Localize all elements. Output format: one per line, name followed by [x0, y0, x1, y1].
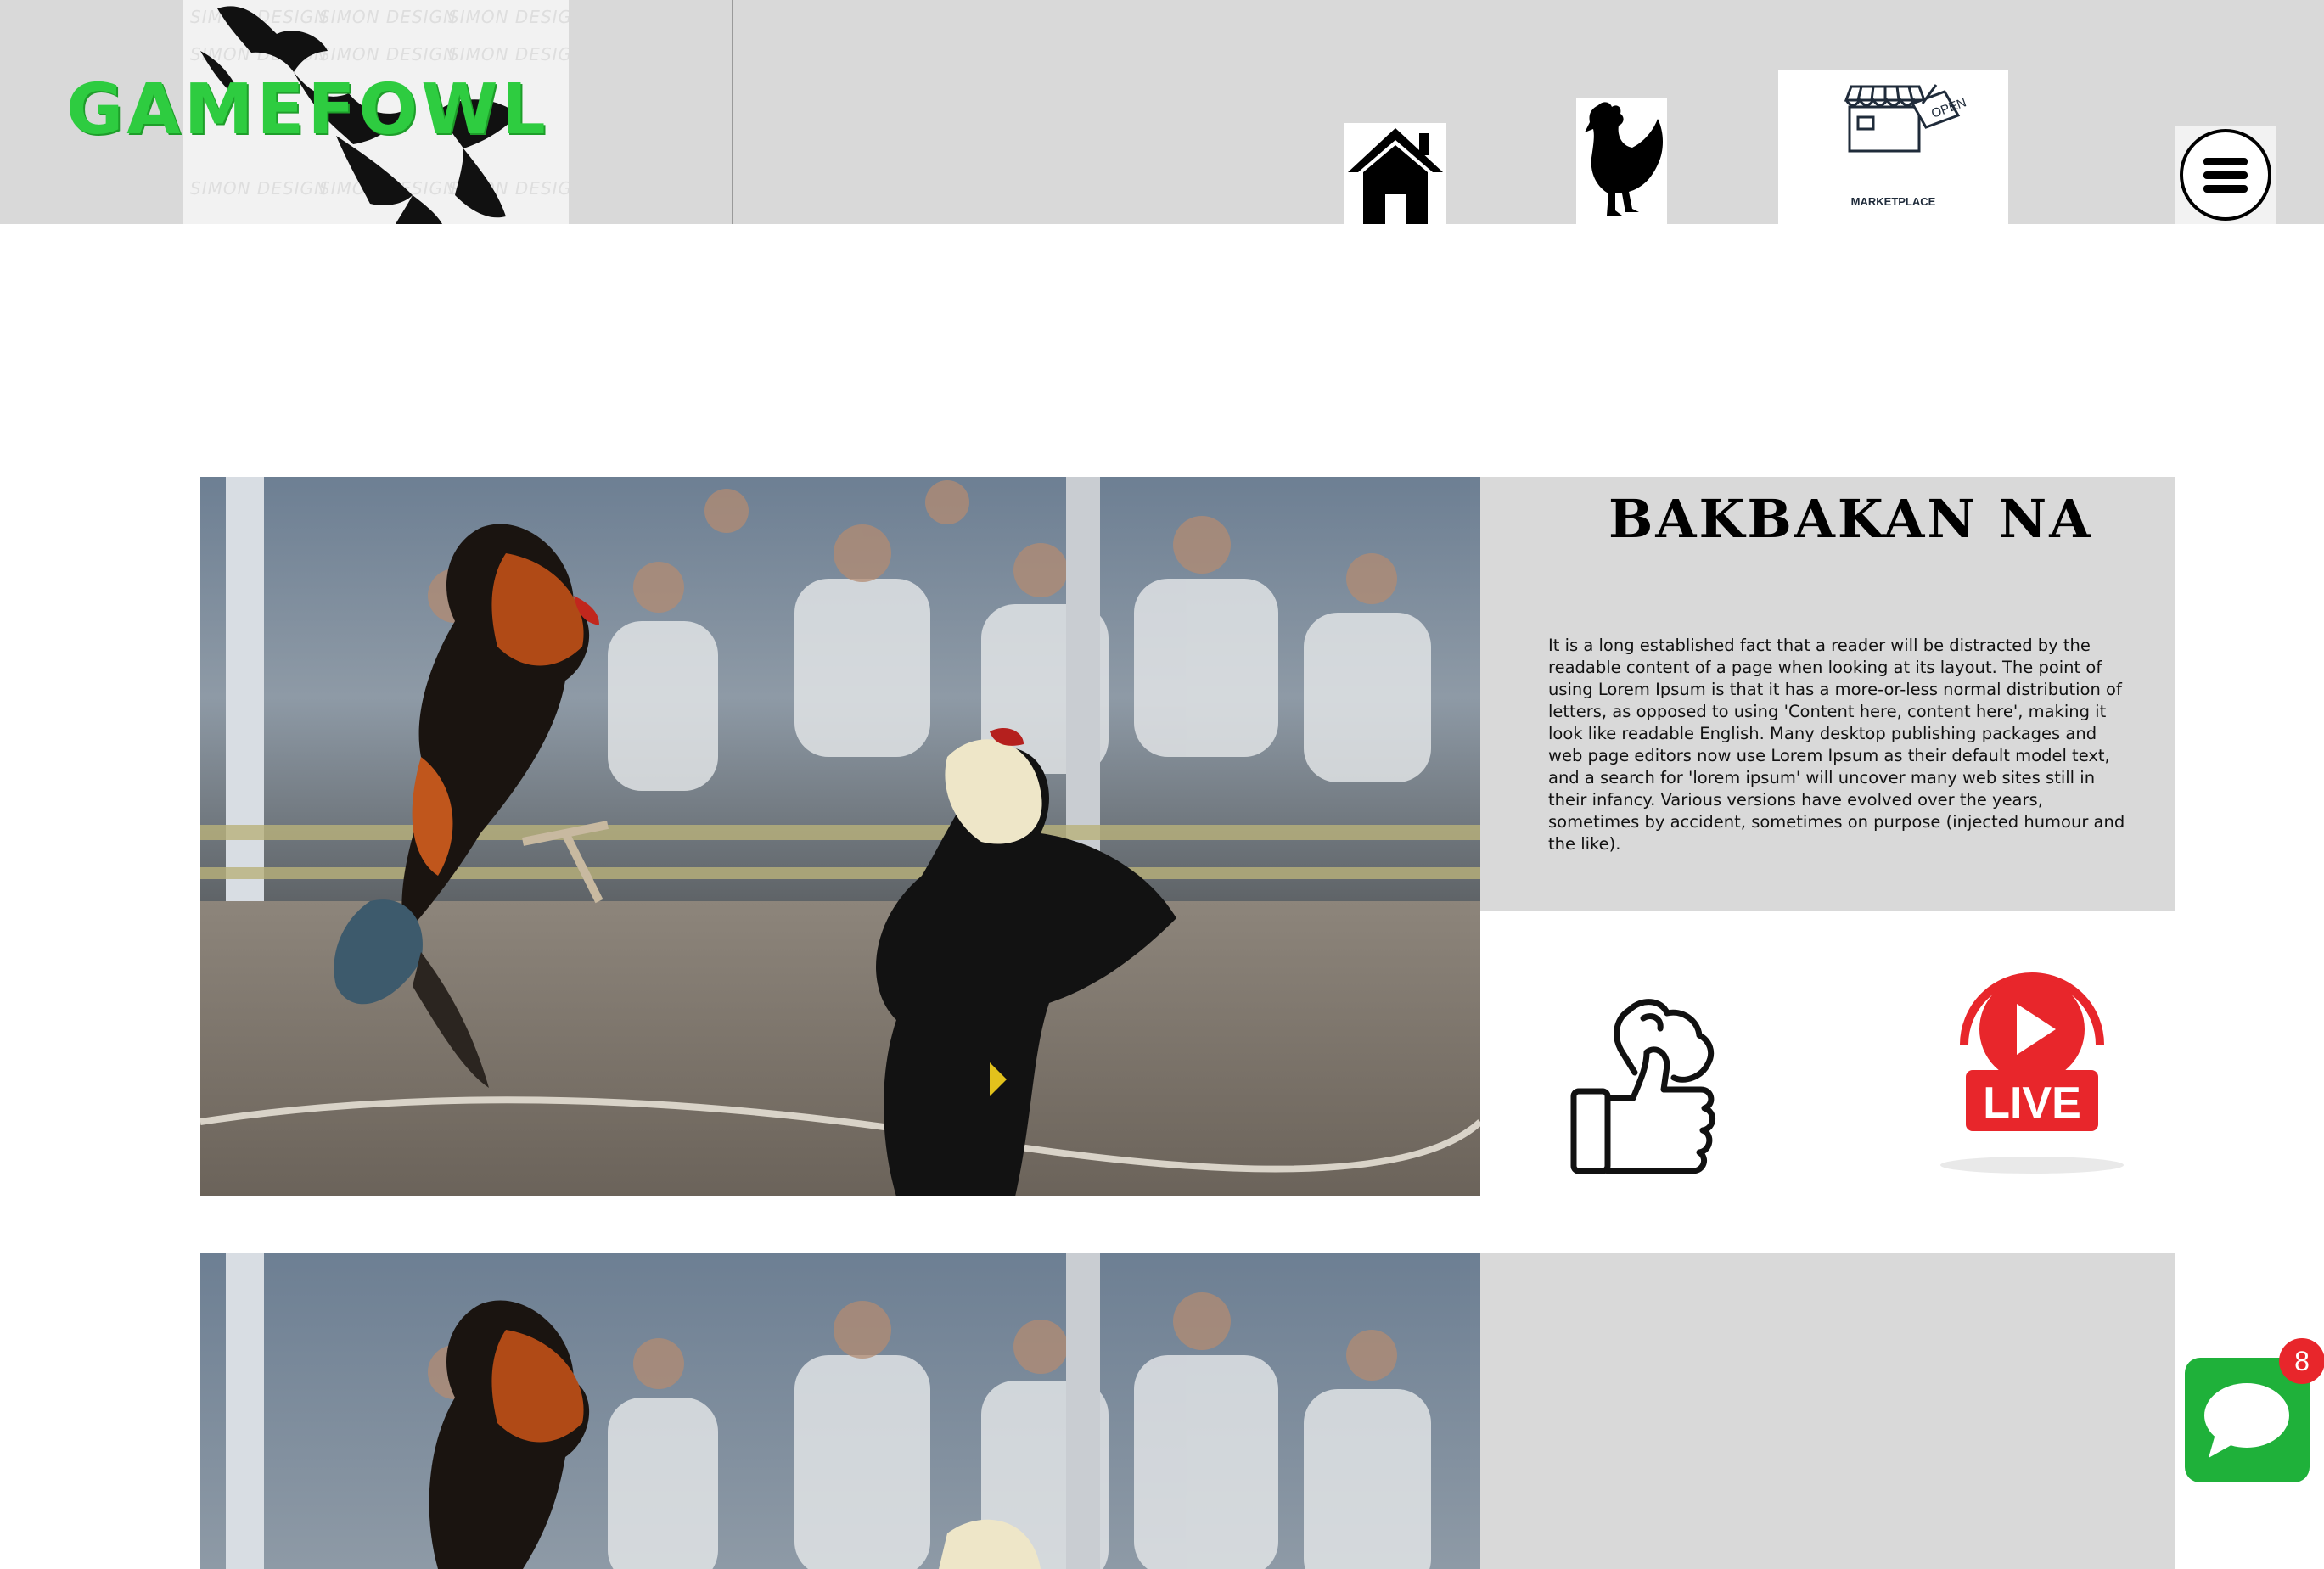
nav-gamefowl-button[interactable] — [1576, 98, 1667, 224]
header-divider — [732, 0, 733, 224]
feature-panel-2 — [1480, 1253, 2175, 1569]
marketplace-label: MARKETPLACE — [1850, 195, 1936, 208]
live-stream-button[interactable]: LIVE — [1889, 911, 2175, 1196]
nav-marketplace-button[interactable]: OPEN MARKETPLACE — [1778, 70, 2008, 224]
hamburger-menu-icon — [2180, 129, 2271, 221]
chat-unread-badge: 8 — [2279, 1338, 2324, 1384]
feature-body-text: It is a long established fact that a rea… — [1548, 636, 2125, 854]
cockfight-photo-2 — [200, 1253, 1480, 1569]
logo-text[interactable]: GAMEFOWL — [66, 70, 549, 150]
feature-heading: BAKBAKAN NA — [1608, 488, 2093, 550]
like-button[interactable] — [1548, 984, 1760, 1196]
home-icon — [1348, 128, 1443, 224]
live-play-icon: LIVE — [1940, 972, 2124, 1174]
cockfight-photo — [200, 477, 1480, 1196]
thumbs-up-rooster-icon — [1570, 999, 1715, 1174]
live-label: LIVE — [1983, 1079, 2081, 1128]
menu-button[interactable] — [2175, 126, 2276, 224]
nav-home-button[interactable] — [1344, 123, 1446, 224]
open-store-icon: OPEN — [1844, 84, 1968, 153]
rooster-silhouette-icon — [1585, 102, 1663, 216]
